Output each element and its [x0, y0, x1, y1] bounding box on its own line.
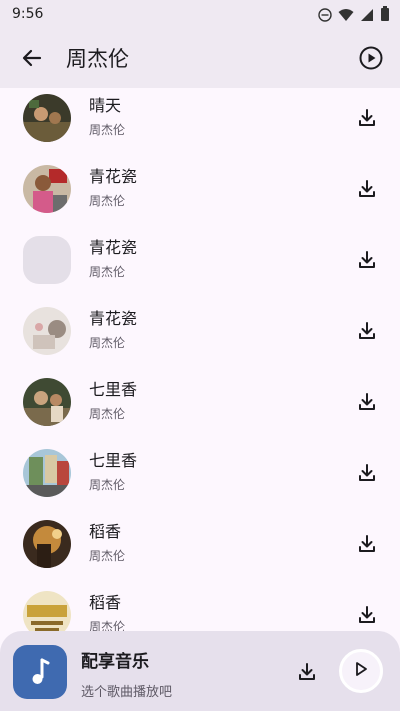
song-title: 七里香: [89, 380, 138, 399]
player-play-button[interactable]: [339, 649, 383, 693]
player-artwork: [13, 645, 67, 699]
download-button[interactable]: [356, 107, 378, 129]
list-item[interactable]: 晴天 周杰伦: [0, 88, 400, 153]
status-icons: [318, 6, 390, 26]
player-title: 配享音乐: [81, 652, 149, 672]
song-title: 青花瓷: [89, 238, 138, 257]
song-artist: 周杰伦: [89, 620, 126, 631]
download-icon: [356, 606, 378, 630]
song-artist: 周杰伦: [89, 265, 126, 279]
download-icon: [356, 109, 378, 133]
list-item[interactable]: 青花瓷 周杰伦: [0, 153, 400, 224]
player-download-button[interactable]: [296, 661, 318, 683]
play-all-button[interactable]: [358, 45, 384, 71]
album-cover: [23, 378, 71, 426]
signal-icon: [360, 7, 374, 26]
song-artist: 周杰伦: [89, 549, 126, 563]
player-subtitle: 选个歌曲播放吧: [81, 685, 173, 700]
album-cover: [23, 307, 71, 355]
download-icon: [356, 251, 378, 275]
play-icon: [353, 661, 369, 681]
download-icon: [296, 663, 318, 687]
download-icon: [356, 180, 378, 204]
back-button[interactable]: [18, 44, 46, 72]
list-item[interactable]: 稻香 周杰伦: [0, 579, 400, 631]
song-artist: 周杰伦: [89, 123, 126, 137]
download-button[interactable]: [356, 320, 378, 342]
top-app-bar: 周杰伦: [0, 28, 400, 88]
download-icon: [356, 393, 378, 417]
download-button[interactable]: [356, 178, 378, 200]
song-title: 稻香: [89, 522, 122, 541]
download-icon: [356, 464, 378, 488]
battery-icon: [380, 6, 390, 26]
status-bar: 9:56: [0, 0, 400, 28]
mini-player[interactable]: 配享音乐 选个歌曲播放吧: [0, 631, 400, 711]
album-cover-placeholder: [23, 236, 71, 284]
arrow-back-icon: [18, 49, 46, 76]
list-item[interactable]: 稻香 周杰伦: [0, 508, 400, 579]
song-artist: 周杰伦: [89, 478, 126, 492]
album-cover: [23, 94, 71, 142]
dnd-icon: [318, 7, 332, 26]
wifi-icon: [338, 7, 354, 26]
list-item[interactable]: 七里香 周杰伦: [0, 366, 400, 437]
list-item[interactable]: 青花瓷 周杰伦: [0, 224, 400, 295]
music-note-icon: [13, 658, 67, 703]
page-title: 周杰伦: [66, 47, 129, 71]
download-icon: [356, 535, 378, 559]
album-cover: [23, 165, 71, 213]
download-button[interactable]: [356, 533, 378, 555]
download-button[interactable]: [356, 249, 378, 271]
status-time: 9:56: [12, 6, 44, 22]
download-button[interactable]: [356, 391, 378, 413]
download-button[interactable]: [356, 604, 378, 626]
song-title: 稻香: [89, 593, 122, 612]
song-artist: 周杰伦: [89, 407, 126, 421]
download-button[interactable]: [356, 462, 378, 484]
download-icon: [356, 322, 378, 346]
song-title: 七里香: [89, 451, 138, 470]
list-item[interactable]: 青花瓷 周杰伦: [0, 295, 400, 366]
list-item[interactable]: 七里香 周杰伦: [0, 437, 400, 508]
song-title: 青花瓷: [89, 167, 138, 186]
song-title: 青花瓷: [89, 309, 138, 328]
song-artist: 周杰伦: [89, 336, 126, 350]
play-circle-icon: [358, 46, 384, 75]
song-list[interactable]: 晴天 周杰伦 青花瓷 周杰伦 青花瓷 周杰伦 青花瓷 周杰伦 七里香 周杰伦 七…: [0, 88, 400, 631]
album-cover: [23, 449, 71, 497]
album-cover: [23, 591, 71, 631]
song-artist: 周杰伦: [89, 194, 126, 208]
song-title: 晴天: [89, 96, 122, 115]
album-cover: [23, 520, 71, 568]
